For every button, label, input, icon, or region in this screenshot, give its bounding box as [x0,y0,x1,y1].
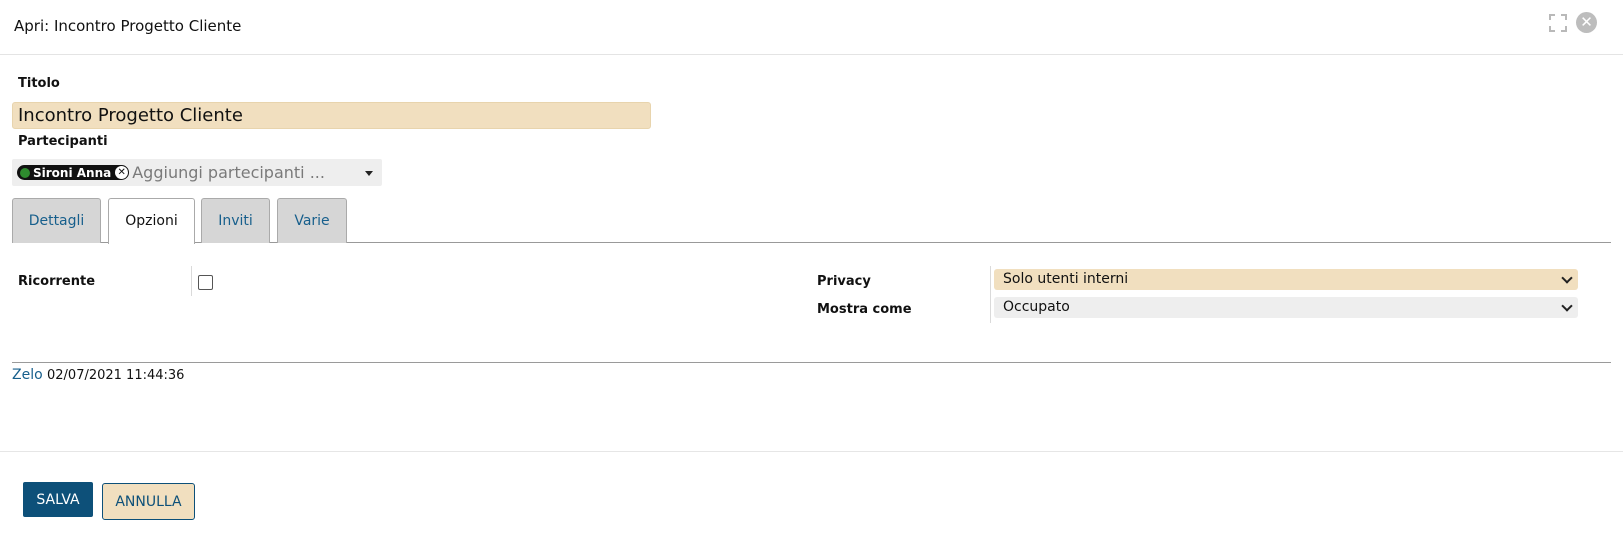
tab-varie[interactable]: Varie [277,198,347,243]
save-button[interactable]: SALVA [23,482,93,517]
show-as-select[interactable]: Occupato [994,297,1578,318]
remove-participant-icon[interactable]: ✕ [115,166,129,179]
privacy-label: Privacy [817,274,871,289]
cancel-button[interactable]: ANNULLA [102,483,195,520]
participant-name: Sironi Anna [33,165,112,180]
recurring-checkbox[interactable] [198,275,213,290]
chevron-down-icon [1561,272,1573,284]
participant-chip[interactable]: Sironi Anna ✕ [17,165,130,180]
status-dot-icon [20,167,30,178]
show-as-label: Mostra come [817,302,912,317]
divider [191,266,192,296]
audit-user-link[interactable]: Zelo [12,367,43,383]
show-as-value: Occupato [1003,299,1070,315]
tab-opzioni[interactable]: Opzioni [108,198,195,244]
recurring-label: Ricorrente [18,274,96,289]
tab-bar: Dettagli Opzioni Inviti Varie [12,198,1611,244]
audit-timestamp: 02/07/2021 11:44:36 [47,368,185,383]
divider [0,451,1623,452]
close-icon[interactable]: ✕ [1576,12,1597,33]
title-label: Titolo [18,76,60,91]
tab-dettagli[interactable]: Dettagli [12,198,101,243]
maximize-icon[interactable] [1548,13,1568,33]
window-controls: ✕ [1548,12,1597,33]
divider [990,266,991,323]
chevron-down-icon [1561,300,1573,312]
privacy-value: Solo utenti interni [1003,271,1129,287]
participants-input[interactable]: Sironi Anna ✕ Aggiungi partecipanti ... [12,159,382,186]
dialog-header: Apri: Incontro Progetto Cliente ✕ [0,0,1623,55]
title-input[interactable]: Incontro Progetto Cliente [12,102,651,129]
participants-label: Partecipanti [18,134,108,149]
caret-down-icon[interactable] [365,171,373,176]
dialog-title: Apri: Incontro Progetto Cliente [14,17,242,35]
privacy-select[interactable]: Solo utenti interni [994,269,1578,290]
tab-inviti[interactable]: Inviti [201,198,270,243]
divider [12,362,1611,363]
participants-placeholder[interactable]: Aggiungi partecipanti ... [132,163,325,182]
